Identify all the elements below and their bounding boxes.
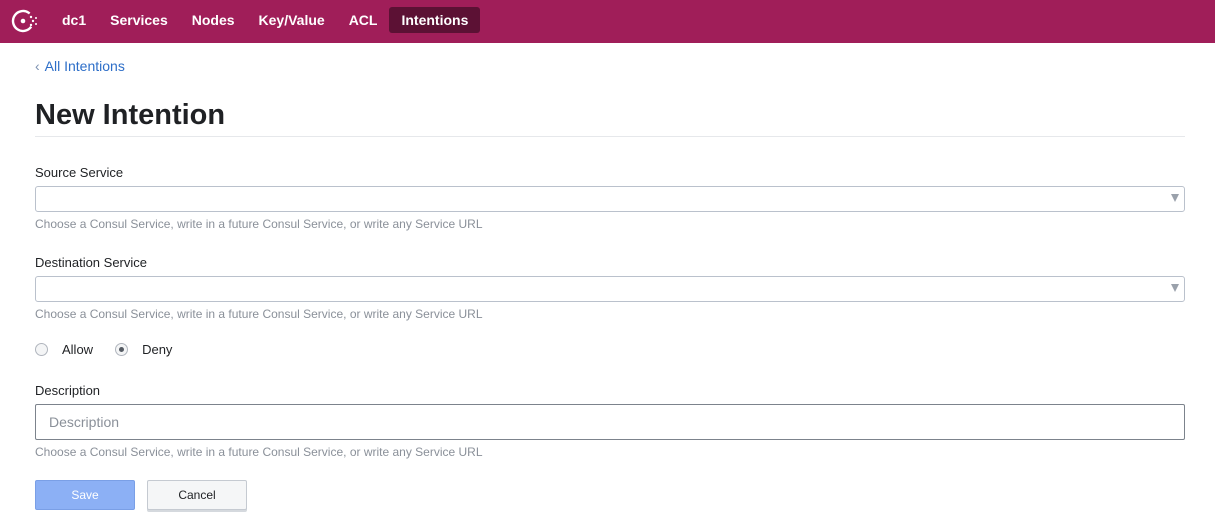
nav-item-acl[interactable]: ACL: [337, 7, 390, 33]
top-navigation: dc1 Services Nodes Key/Value ACL Intenti…: [0, 0, 1215, 43]
destination-service-help: Choose a Consul Service, write in a futu…: [35, 307, 483, 321]
radio-deny[interactable]: Deny: [115, 342, 172, 357]
breadcrumb-all-intentions[interactable]: ‹ All Intentions: [35, 58, 125, 74]
caret-down-icon: [1171, 194, 1179, 202]
title-divider: [35, 136, 1185, 137]
breadcrumb-label: All Intentions: [44, 58, 125, 74]
consul-logo-icon[interactable]: [10, 7, 40, 35]
cancel-button[interactable]: Cancel: [147, 480, 247, 510]
radio-allow-label: Allow: [62, 342, 94, 357]
radio-deny-label: Deny: [142, 342, 173, 357]
radio-allow[interactable]: Allow: [35, 342, 93, 357]
destination-service-label: Destination Service: [35, 255, 147, 270]
nav-item-intentions[interactable]: Intentions: [389, 7, 481, 33]
nav-item-key-value[interactable]: Key/Value: [247, 7, 337, 33]
source-service-help: Choose a Consul Service, write in a futu…: [35, 217, 483, 231]
save-button[interactable]: Save: [35, 480, 135, 510]
radio-deny-input[interactable]: [115, 343, 129, 356]
chevron-left-icon: ‹: [35, 58, 40, 74]
description-label: Description: [35, 383, 101, 398]
description-input[interactable]: [35, 404, 1185, 440]
nav-item-nodes[interactable]: Nodes: [180, 7, 247, 33]
nav-item-services[interactable]: Services: [98, 7, 180, 33]
action-radio-group: Allow Deny: [35, 342, 194, 357]
caret-down-icon: [1171, 284, 1179, 292]
nav-menu: dc1 Services Nodes Key/Value ACL Intenti…: [50, 7, 481, 33]
page-title: New Intention: [35, 99, 226, 131]
destination-service-select[interactable]: [35, 276, 1185, 302]
source-service-select[interactable]: [35, 186, 1185, 212]
nav-item-datacenter[interactable]: dc1: [50, 7, 98, 33]
description-help: Choose a Consul Service, write in a futu…: [35, 445, 483, 459]
radio-allow-input[interactable]: [35, 343, 48, 356]
source-service-label: Source Service: [35, 165, 124, 180]
